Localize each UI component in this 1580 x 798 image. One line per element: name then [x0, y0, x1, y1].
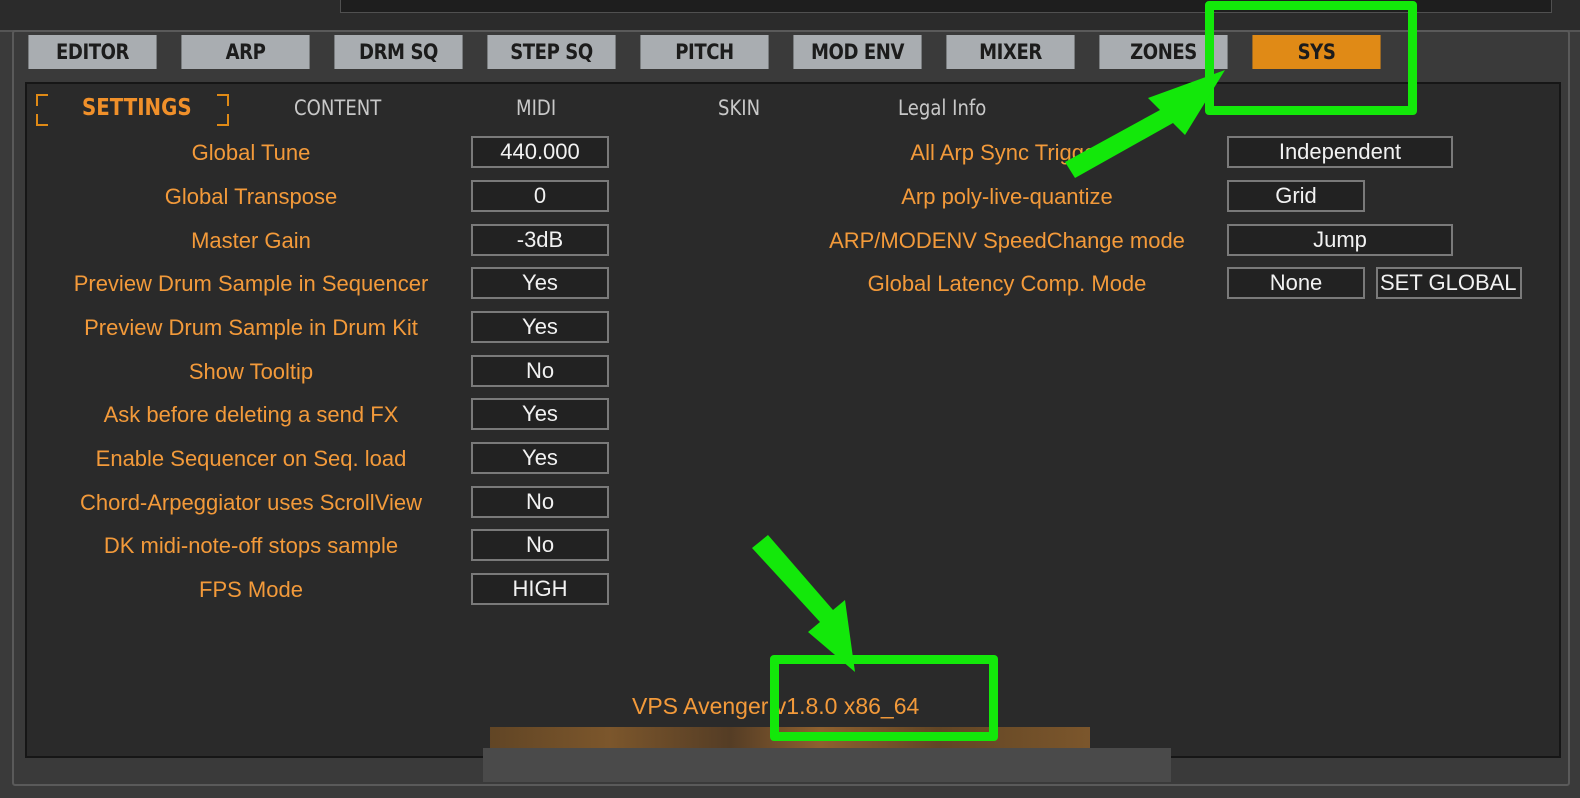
arrow-to-version [752, 535, 855, 672]
annotation-arrows [752, 70, 1225, 672]
arrow-to-sys-tab [1065, 70, 1225, 178]
